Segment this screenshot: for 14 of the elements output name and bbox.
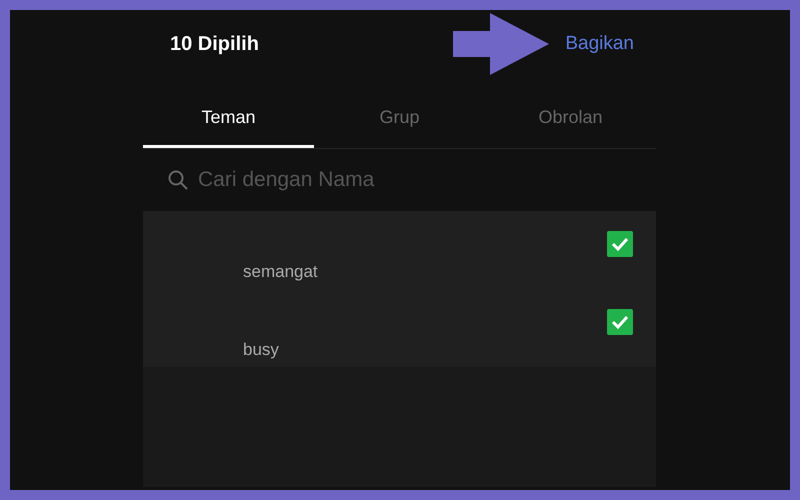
check-icon xyxy=(611,315,629,329)
share-button[interactable]: Bagikan xyxy=(565,30,634,58)
tab[interactable]: Grup xyxy=(314,104,485,148)
tab[interactable]: Obrolan xyxy=(485,104,656,148)
contact-name: busy xyxy=(243,339,279,361)
checkbox[interactable] xyxy=(607,309,633,335)
arrow-icon xyxy=(453,13,550,75)
selection-count: 10 Dipilih xyxy=(170,32,259,57)
tab[interactable]: Teman xyxy=(143,104,314,148)
check-icon xyxy=(611,237,629,251)
search-field[interactable]: Cari dengan Nama xyxy=(196,163,496,197)
search-icon xyxy=(168,170,188,190)
contact-name: semangat xyxy=(243,261,318,283)
checkbox[interactable] xyxy=(607,231,633,257)
